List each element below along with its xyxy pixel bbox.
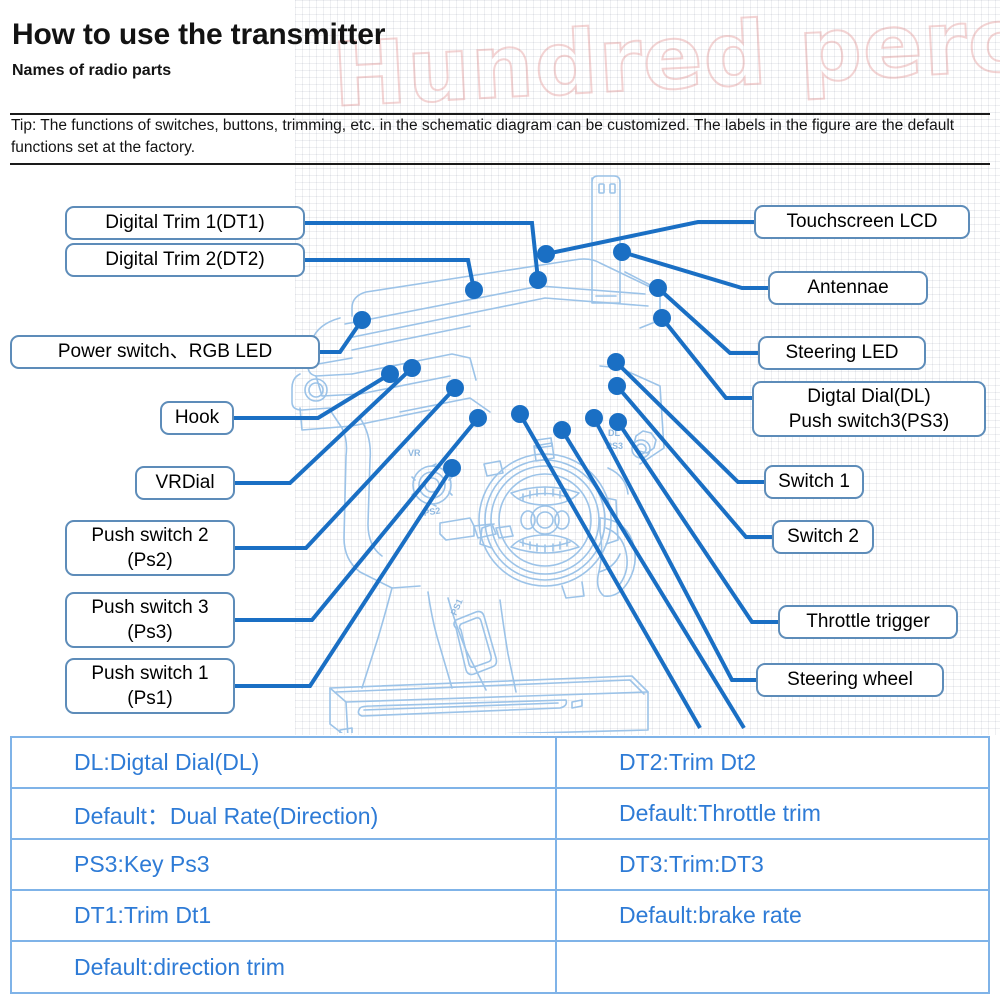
callout-label: Digital Trim 2(DT2) <box>105 249 265 270</box>
table-cell-right: Default:Throttle trim <box>619 800 821 826</box>
callout-vr-dial[interactable]: VRDial <box>135 466 235 500</box>
callout-antennae[interactable]: Antennae <box>768 271 928 305</box>
callout-digital-dial-push-switch-3[interactable]: Digtal Dial(DL) Push switch3(PS3) <box>752 381 986 437</box>
callout-label: Throttle trigger <box>806 611 930 632</box>
callout-label: Push switch 2 (Ps2) <box>91 525 209 571</box>
table-cell-left: Default：Dual Rate(Direction) <box>12 789 557 838</box>
callout-touchscreen-lcd[interactable]: Touchscreen LCD <box>754 205 970 239</box>
vr-dial-marking: VR <box>408 448 421 458</box>
table-cell-left: PS3:Key Ps3 <box>12 840 557 889</box>
callout-throttle-trigger[interactable]: Throttle trigger <box>778 605 958 639</box>
callout-power-switch-rgb-led[interactable]: Power switch、RGB LED <box>10 335 320 369</box>
callout-switch-1[interactable]: Switch 1 <box>764 465 864 499</box>
leader-lines <box>224 220 778 730</box>
table-row: Default：Dual Rate(Direction) Default:Thr… <box>12 789 988 840</box>
tip-text: Tip: The functions of switches, buttons,… <box>11 117 955 156</box>
callout-label: Switch 1 <box>778 471 850 492</box>
page-subtitle: Names of radio parts <box>12 62 172 79</box>
callout-label: Antennae <box>807 277 889 298</box>
table-row: Default:direction trim <box>12 942 988 993</box>
page-title: How to use the transmitter <box>12 18 386 51</box>
table-cell-left: Default:direction trim <box>12 942 557 993</box>
callout-label: Steering wheel <box>787 669 913 690</box>
callout-label: Power switch、RGB LED <box>57 341 273 362</box>
leader-dots <box>353 243 671 477</box>
callout-label: Push switch 3 (Ps3) <box>91 597 209 643</box>
callout-push-switch-1[interactable]: Push switch 1 (Ps1) <box>65 658 235 714</box>
table-cell-left: DT1:Trim Dt1 <box>12 891 557 940</box>
callout-digital-trim-1[interactable]: Digital Trim 1(DT1) <box>65 206 305 240</box>
callout-label: Steering LED <box>785 342 899 363</box>
transmitter-diagram: VR PS2 PS1 DL PS3 Digital Trim 1(DT1) Di… <box>0 168 1000 733</box>
callout-label: VRDial <box>155 472 215 493</box>
callout-push-switch-2[interactable]: Push switch 2 (Ps2) <box>65 520 235 576</box>
callout-label: Touchscreen LCD <box>786 211 938 232</box>
callout-steering-wheel[interactable]: Steering wheel <box>756 663 944 697</box>
table-cell-right <box>557 942 988 993</box>
table-row: PS3:Key Ps3 DT3:Trim:DT3 <box>12 840 988 891</box>
callout-label: Digtal Dial(DL) Push switch3(PS3) <box>788 386 950 432</box>
legend-table: DL:Digtal Dial(DL) DT2:Trim Dt2 Default：… <box>10 736 990 994</box>
callout-label: Switch 2 <box>787 526 859 547</box>
page-root: Hundred percent How to use the transmitt… <box>0 0 1000 1000</box>
callout-push-switch-3[interactable]: Push switch 3 (Ps3) <box>65 592 235 648</box>
callout-switch-2[interactable]: Switch 2 <box>772 520 874 554</box>
table-cell-right: DT3:Trim:DT3 <box>619 851 764 877</box>
divider-bottom <box>10 163 990 165</box>
callout-steering-led[interactable]: Steering LED <box>758 336 926 370</box>
callout-digital-trim-2[interactable]: Digital Trim 2(DT2) <box>65 243 305 277</box>
table-cell-left: DL:Digtal Dial(DL) <box>12 738 557 787</box>
callout-label: Digital Trim 1(DT1) <box>105 212 265 233</box>
callout-label: Push switch 1 (Ps1) <box>91 663 209 709</box>
table-row: DT1:Trim Dt1 Default:brake rate <box>12 891 988 942</box>
ps1-marking: PS1 <box>449 597 465 617</box>
callout-label: Hook <box>174 407 220 428</box>
table-row: DL:Digtal Dial(DL) DT2:Trim Dt2 <box>12 738 988 789</box>
callout-hook[interactable]: Hook <box>160 401 234 435</box>
table-cell-right: Default:brake rate <box>619 902 802 928</box>
table-cell-right: DT2:Trim Dt2 <box>619 749 757 775</box>
